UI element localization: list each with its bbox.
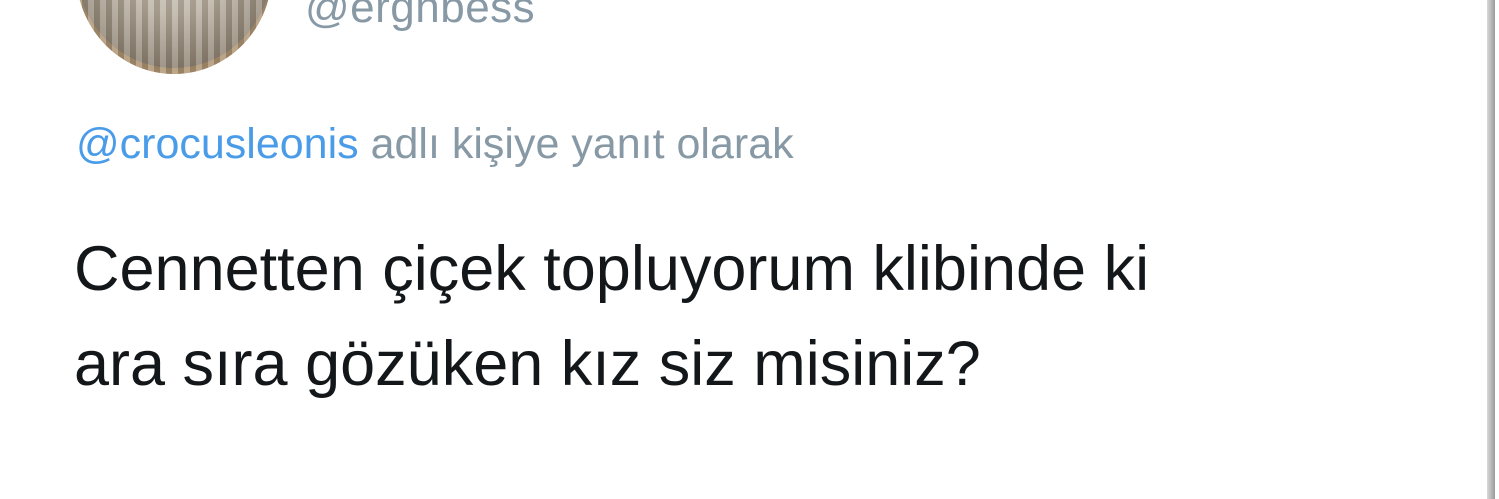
reply-context-text: adlı kişiye yanıt olarak — [358, 120, 794, 168]
reply-context: @crocusleonis adlı kişiye yanıt olarak — [76, 119, 794, 171]
user-avatar[interactable] — [76, 0, 272, 74]
tweet-text: Cennetten çiçek topluyorum klibinde ki a… — [74, 222, 1454, 411]
user-handle[interactable]: @ergnbess — [305, 0, 535, 30]
screen-edge — [1487, 0, 1495, 499]
tweet-text-line: Cennetten çiçek topluyorum klibinde ki — [74, 234, 1150, 304]
avatar-image — [76, 0, 272, 74]
reply-mention-link[interactable]: @crocusleonis — [76, 120, 359, 168]
tweet-text-line: ara sıra gözüken kız siz misiniz? — [74, 328, 981, 399]
